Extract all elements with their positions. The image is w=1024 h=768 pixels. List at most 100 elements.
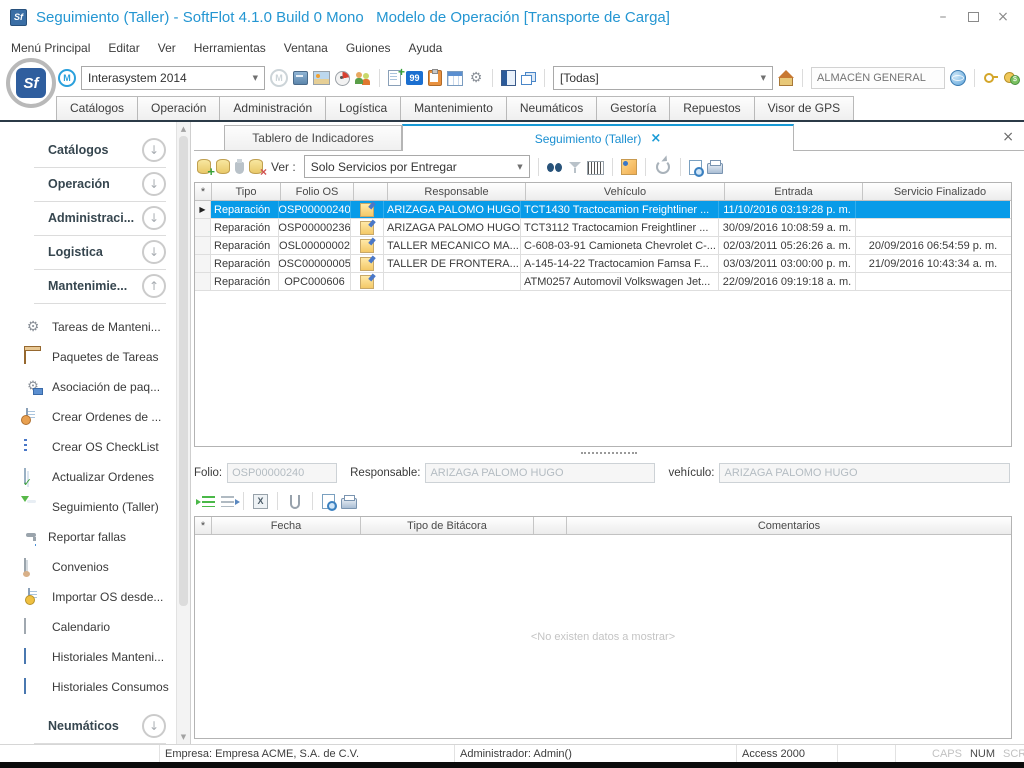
sidebar-category-logistica[interactable]: Logistica ↓ [34, 236, 166, 270]
tab-operacion[interactable]: Operación [137, 96, 220, 120]
search-binoculars-icon[interactable] [547, 162, 563, 174]
table-row[interactable]: ▶ Reparación OSP00000240 ARIZAGA PALOMO … [195, 201, 1011, 219]
sidebar-item-paquetes-tareas[interactable]: Paquetes de Tareas [0, 342, 176, 372]
tab-catalogos[interactable]: Catálogos [56, 96, 138, 120]
users-group-icon[interactable] [355, 71, 371, 85]
move-row-icon[interactable] [221, 496, 234, 507]
attachment-icon[interactable] [290, 495, 300, 509]
sidebar-item-actualizar-ordenes[interactable]: Actualizar Ordenes [0, 462, 176, 492]
monitor-icon[interactable]: M [58, 69, 76, 87]
view-select[interactable]: Solo Servicios por Entregar ▼ [304, 155, 530, 178]
sidebar-item-reportar-fallas[interactable]: Reportar fallas [0, 522, 176, 552]
home-icon[interactable] [778, 71, 794, 85]
table-row[interactable]: Reparación OSL00000002 TALLER MECANICO M… [195, 237, 1011, 255]
restore-button[interactable] [958, 6, 988, 28]
globe-icon[interactable] [950, 70, 966, 86]
scroll-down-icon[interactable]: ▼ [181, 730, 186, 744]
refresh-icon[interactable] [656, 160, 670, 174]
menu-item-guiones[interactable]: Guiones [337, 37, 400, 59]
panel-close-icon[interactable]: × [1002, 130, 1014, 144]
sidebar-item-crear-os-checklist[interactable]: Crear OS CheckList [0, 432, 176, 462]
column-header-responsable[interactable]: Responsable [388, 183, 526, 200]
tab-neumaticos[interactable]: Neumáticos [506, 96, 597, 120]
splitter-handle[interactable] [194, 447, 1024, 459]
tab-close-icon[interactable]: × [650, 131, 661, 146]
key-icon[interactable] [983, 71, 999, 85]
doc-tab-seguimiento[interactable]: Seguimiento (Taller) × [402, 124, 794, 151]
export-excel-icon[interactable]: X [253, 494, 268, 509]
column-header-blank[interactable] [534, 517, 567, 534]
note-icon[interactable] [621, 159, 637, 175]
column-header-tipo[interactable]: Tipo [212, 183, 281, 200]
clipboard-icon[interactable] [428, 70, 442, 86]
printer-icon[interactable] [707, 163, 723, 174]
gear-icon[interactable]: ⚙ [468, 70, 484, 86]
menu-item-principal[interactable]: Menú Principal [2, 37, 99, 59]
print-preview-icon[interactable] [689, 160, 702, 175]
menu-item-herramientas[interactable]: Herramientas [185, 37, 275, 59]
sidebar-item-importar-os[interactable]: Importar OS desde... [0, 582, 176, 612]
table-row[interactable]: Reparación OSP00000236 ARIZAGA PALOMO HU… [195, 219, 1011, 237]
flask-icon[interactable] [235, 162, 244, 174]
scroll-up-icon[interactable]: ▲ [181, 122, 186, 136]
sidebar-category-administracion[interactable]: Administraci... ↓ [34, 202, 166, 236]
sidebar-item-calendario[interactable]: Calendario [0, 612, 176, 642]
company-select[interactable]: Interasystem 2014 ▼ [81, 66, 265, 90]
tab-administracion[interactable]: Administración [219, 96, 326, 120]
column-header-entrada[interactable]: Entrada [725, 183, 863, 200]
panel-icon[interactable] [501, 70, 516, 86]
tab-logistica[interactable]: Logística [325, 96, 401, 120]
sidebar-item-tareas-mantenimiento[interactable]: ⚙ Tareas de Manteni... [0, 312, 176, 342]
new-document-icon[interactable] [388, 70, 401, 86]
add-record-icon[interactable] [197, 159, 211, 174]
image-icon[interactable] [313, 71, 330, 85]
column-header-icon[interactable] [354, 183, 388, 200]
minimize-button[interactable]: – [928, 6, 958, 28]
menu-item-ver[interactable]: Ver [149, 37, 185, 59]
table-icon[interactable] [447, 71, 463, 86]
barcode-icon[interactable] [587, 161, 604, 175]
delete-record-icon[interactable] [249, 159, 263, 174]
sidebar-category-operacion[interactable]: Operación ↓ [34, 168, 166, 202]
tab-mantenimiento[interactable]: Mantenimiento [400, 96, 507, 120]
close-button[interactable]: × [988, 6, 1018, 28]
print-preview-icon[interactable] [322, 494, 335, 509]
coins-icon[interactable] [1004, 71, 1020, 85]
sidebar-scrollbar: ▲ ▼ [176, 122, 190, 744]
menu-item-ventana[interactable]: Ventana [275, 37, 337, 59]
column-header-fecha[interactable]: Fecha [212, 517, 361, 534]
filter-icon[interactable] [568, 160, 582, 174]
sidebar-item-historiales-consumos[interactable]: Historiales Consumos [0, 672, 176, 702]
archive-icon[interactable] [293, 71, 308, 85]
sidebar-category-neumaticos[interactable]: Neumáticos ↓ [34, 710, 166, 744]
column-header-comentarios[interactable]: Comentarios [567, 517, 1011, 534]
table-row[interactable]: Reparación OPC000606 ATM0257 Automovil V… [195, 273, 1011, 291]
table-row[interactable]: Reparación OSC00000005 TALLER DE FRONTER… [195, 255, 1011, 273]
menu-item-ayuda[interactable]: Ayuda [400, 37, 452, 59]
scrollbar-thumb[interactable] [179, 136, 188, 606]
sidebar-item-convenios[interactable]: Convenios [0, 552, 176, 582]
insert-row-icon[interactable] [202, 496, 215, 507]
doc-tab-tablero[interactable]: Tablero de Indicadores [224, 125, 402, 150]
sidebar-category-mantenimiento[interactable]: Mantenimie... ↑ [34, 270, 166, 304]
sidebar-item-historiales-mantenimiento[interactable]: Historiales Manteni... [0, 642, 176, 672]
printer-icon[interactable] [341, 498, 357, 509]
column-header-servicio-finalizado[interactable]: Servicio Finalizado [863, 183, 1017, 200]
tab-repuestos[interactable]: Repuestos [669, 96, 754, 120]
column-header-tipo-bitacora[interactable]: Tipo de Bitácora [361, 517, 534, 534]
column-header-folio[interactable]: Folio OS [281, 183, 354, 200]
sidebar-item-crear-ordenes[interactable]: Crear Ordenes de ... [0, 402, 176, 432]
database-icon[interactable] [216, 159, 230, 174]
tab-gestoria[interactable]: Gestoría [596, 96, 670, 120]
badge-99-icon[interactable]: 99 [406, 71, 423, 85]
column-header-vehiculo[interactable]: Vehículo [526, 183, 725, 200]
sidebar-item-seguimiento-taller[interactable]: Seguimiento (Taller) [0, 492, 176, 522]
tab-visor-gps[interactable]: Visor de GPS [754, 96, 854, 120]
menu-item-editar[interactable]: Editar [99, 37, 148, 59]
filter-todas-select[interactable]: [Todas] ▼ [553, 66, 773, 90]
monitor-disabled-icon: M [270, 69, 288, 87]
sidebar-category-catalogos[interactable]: Catálogos ↓ [34, 134, 166, 168]
gauge-icon[interactable] [335, 71, 350, 86]
windows-icon[interactable] [521, 72, 536, 85]
sidebar-item-asociacion-paquetes[interactable]: ⚙ Asociación de paq... [0, 372, 176, 402]
